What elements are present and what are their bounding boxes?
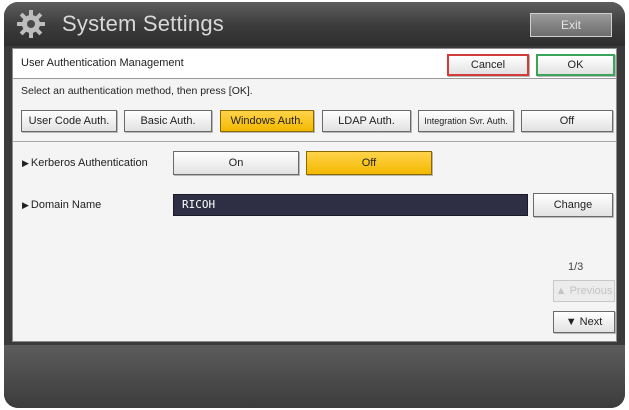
kerberos-label-text: Kerberos Authentication: [30, 157, 148, 169]
auth-method-user-code-button[interactable]: User Code Auth.: [21, 110, 117, 132]
previous-button[interactable]: ▲ Previous: [553, 280, 615, 302]
auth-method-windows-button[interactable]: Windows Auth.: [220, 110, 314, 132]
title-bar: System Settings Exit: [4, 2, 625, 46]
device-screen: System Settings Exit User Authentication…: [4, 2, 625, 408]
gear-icon: [17, 10, 45, 38]
triangle-right-icon: ▶: [22, 200, 29, 210]
exit-button[interactable]: Exit: [530, 13, 612, 37]
window-title: System Settings: [62, 11, 224, 36]
page-indicator: 1/3: [568, 261, 584, 273]
kerberos-off-button[interactable]: Off: [306, 151, 432, 175]
cancel-button[interactable]: Cancel: [447, 54, 529, 76]
kerberos-label: ▶ Kerberos Authentication: [22, 157, 148, 169]
previous-label: Previous: [569, 285, 613, 297]
screen-title: User Authentication Management: [21, 57, 184, 69]
triangle-right-icon: ▶: [22, 158, 29, 168]
triangle-up-icon: ▲: [555, 285, 567, 297]
ok-button[interactable]: OK: [536, 54, 615, 76]
next-button[interactable]: ▼ Next: [553, 311, 615, 333]
auth-method-ldap-button[interactable]: LDAP Auth.: [322, 110, 411, 132]
instruction-text: Select an authentication method, then pr…: [21, 85, 253, 97]
auth-method-off-button[interactable]: Off: [521, 110, 613, 132]
footer-bar: [4, 345, 625, 408]
auth-method-integration-server-button[interactable]: Integration Svr. Auth.: [418, 110, 514, 132]
settings-panel: User Authentication Management Cancel OK…: [12, 48, 617, 342]
auth-method-basic-button[interactable]: Basic Auth.: [124, 110, 212, 132]
domain-name-label-text: Domain Name: [30, 199, 102, 211]
change-domain-button[interactable]: Change: [533, 193, 613, 217]
divider: [13, 141, 616, 142]
domain-name-field: RICOH: [173, 194, 528, 216]
screen-header: User Authentication Management Cancel OK: [13, 49, 616, 79]
triangle-down-icon: ▼: [565, 316, 577, 328]
kerberos-on-button[interactable]: On: [173, 151, 299, 175]
domain-name-label: ▶ Domain Name: [22, 199, 101, 211]
next-label: Next: [579, 316, 603, 328]
